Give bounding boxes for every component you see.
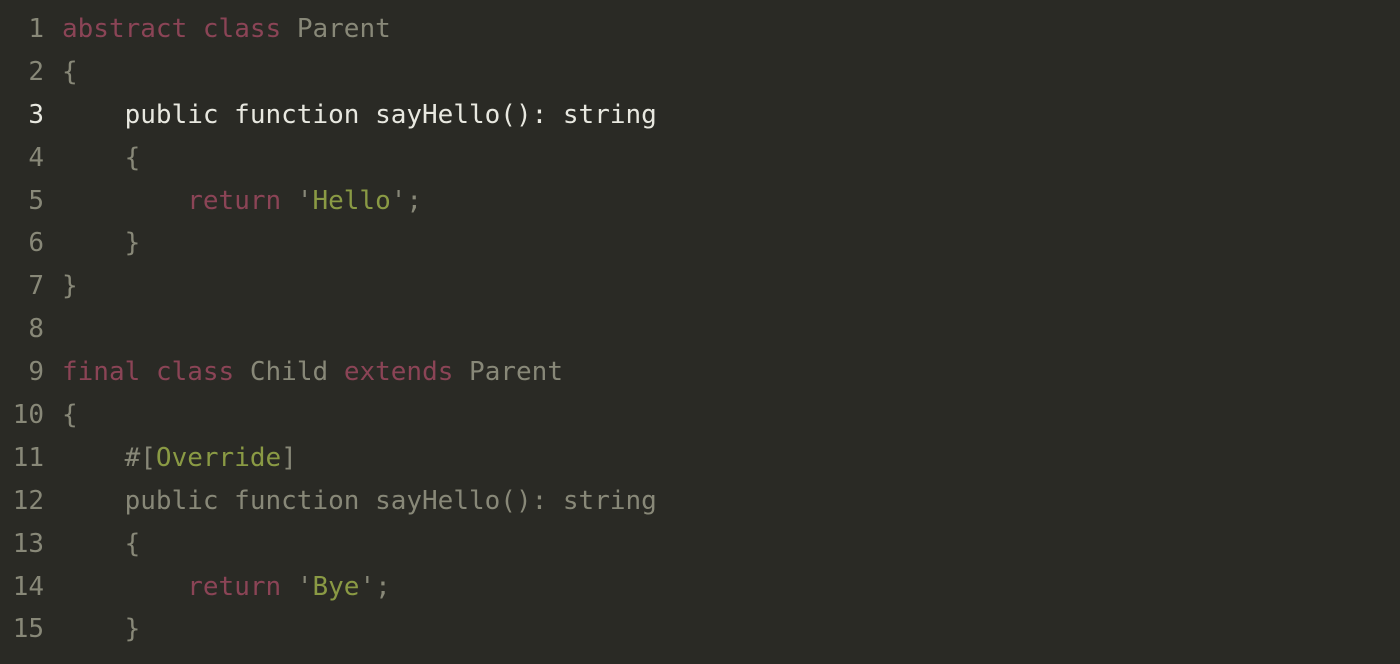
code-line[interactable]: 7} — [0, 265, 1400, 308]
line-content[interactable]: { — [62, 51, 1400, 94]
code-line[interactable]: 1abstract class Parent — [0, 8, 1400, 51]
line-content[interactable]: final class Child extends Parent — [62, 351, 1400, 394]
code-token — [234, 357, 250, 387]
line-content[interactable]: #[Override] — [62, 437, 1400, 480]
line-number: 12 — [0, 480, 62, 523]
code-line[interactable]: 15 } — [0, 608, 1400, 651]
code-token: { — [62, 143, 140, 173]
code-token — [187, 14, 203, 44]
line-content[interactable]: { — [62, 394, 1400, 437]
line-content[interactable]: return 'Bye'; — [62, 566, 1400, 609]
code-token: ' — [359, 572, 375, 602]
line-number: 10 — [0, 394, 62, 437]
line-number: 3 — [0, 94, 62, 137]
line-content[interactable]: public function sayHello(): string — [62, 480, 1400, 523]
code-token: } — [62, 228, 140, 258]
code-token — [62, 186, 187, 216]
code-line[interactable]: 8 — [0, 308, 1400, 351]
code-token: { — [62, 529, 140, 559]
line-number: 13 — [0, 523, 62, 566]
line-number: 5 — [0, 180, 62, 223]
line-content[interactable]: } — [62, 222, 1400, 265]
line-number: 2 — [0, 51, 62, 94]
code-token: return — [187, 572, 281, 602]
code-line[interactable]: 13 { — [0, 523, 1400, 566]
code-line[interactable]: 9final class Child extends Parent — [0, 351, 1400, 394]
line-number: 1 — [0, 8, 62, 51]
code-token: abstract — [62, 14, 187, 44]
line-content[interactable]: { — [62, 523, 1400, 566]
code-token — [140, 357, 156, 387]
code-line[interactable]: 2{ — [0, 51, 1400, 94]
code-token: return — [187, 186, 281, 216]
code-token: class — [203, 14, 281, 44]
line-number: 8 — [0, 308, 62, 351]
code-token: Override — [156, 443, 281, 473]
code-token: Parent — [469, 357, 563, 387]
line-content[interactable]: return 'Hello'; — [62, 180, 1400, 223]
line-content[interactable]: } — [62, 265, 1400, 308]
code-token: ' — [297, 186, 313, 216]
code-line[interactable]: 4 { — [0, 137, 1400, 180]
line-number: 7 — [0, 265, 62, 308]
code-token: class — [156, 357, 234, 387]
code-token: ' — [391, 186, 407, 216]
line-number: 4 — [0, 137, 62, 180]
line-content[interactable]: public function sayHello(): string — [62, 94, 1400, 137]
line-content[interactable]: { — [62, 137, 1400, 180]
code-token: { — [62, 400, 78, 430]
code-token: Child — [250, 357, 328, 387]
code-line[interactable]: 14 return 'Bye'; — [0, 566, 1400, 609]
code-token — [281, 572, 297, 602]
code-line[interactable]: 11 #[Override] — [0, 437, 1400, 480]
line-number: 15 — [0, 608, 62, 651]
code-token — [281, 186, 297, 216]
line-content[interactable]: } — [62, 608, 1400, 651]
code-token: ; — [406, 186, 422, 216]
code-token: public function sayHello(): string — [62, 486, 657, 516]
code-token — [281, 14, 297, 44]
code-token: Parent — [297, 14, 391, 44]
code-token: ; — [375, 572, 391, 602]
code-token: extends — [344, 357, 454, 387]
code-token — [62, 572, 187, 602]
code-token: { — [62, 57, 78, 87]
code-line[interactable]: 5 return 'Hello'; — [0, 180, 1400, 223]
line-content[interactable]: abstract class Parent — [62, 8, 1400, 51]
code-line[interactable]: 12 public function sayHello(): string — [0, 480, 1400, 523]
code-token: } — [62, 271, 78, 301]
code-token: ' — [297, 572, 313, 602]
line-number: 14 — [0, 566, 62, 609]
code-editor[interactable]: 1abstract class Parent2{3 public functio… — [0, 0, 1400, 651]
code-token: } — [62, 614, 140, 644]
code-token — [328, 357, 344, 387]
code-token: Hello — [312, 186, 390, 216]
line-number: 9 — [0, 351, 62, 394]
code-token: Bye — [312, 572, 359, 602]
code-line[interactable]: 6 } — [0, 222, 1400, 265]
code-line[interactable]: 3 public function sayHello(): string — [0, 94, 1400, 137]
code-token: ] — [281, 443, 297, 473]
code-line[interactable]: 10{ — [0, 394, 1400, 437]
code-token: public function sayHello(): string — [62, 100, 657, 130]
code-token: #[ — [62, 443, 156, 473]
line-number: 11 — [0, 437, 62, 480]
code-token — [453, 357, 469, 387]
code-token: final — [62, 357, 140, 387]
line-number: 6 — [0, 222, 62, 265]
